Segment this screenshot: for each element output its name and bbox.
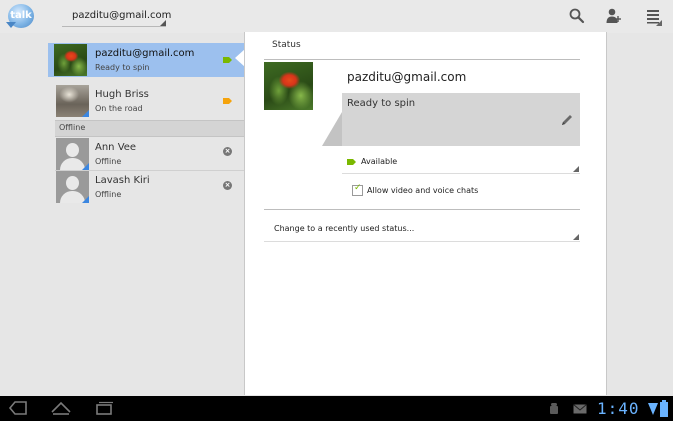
- system-bar: [0, 396, 673, 421]
- contact-status: Offline: [95, 157, 122, 166]
- wifi-signal-icon: [648, 403, 658, 415]
- presence-corner: [82, 110, 89, 117]
- contact-name: Lavash Kiri: [95, 175, 150, 186]
- avatar: [54, 44, 87, 76]
- contact-row-hugh-briss[interactable]: Hugh Briss On the road: [48, 84, 244, 118]
- profile-email: pazditu@gmail.com: [347, 70, 467, 84]
- back-icon[interactable]: [6, 400, 28, 416]
- remove-icon[interactable]: ×: [223, 147, 232, 156]
- remove-icon[interactable]: ×: [223, 181, 232, 190]
- allow-video-checkbox[interactable]: ✓: [352, 183, 363, 196]
- contact-name: Ann Vee: [95, 142, 137, 153]
- contact-status: Ready to spin: [95, 63, 150, 72]
- account-selector-label: pazditu@gmail.com: [72, 10, 172, 21]
- mail-notification-icon[interactable]: [573, 404, 587, 414]
- add-friend-icon[interactable]: [604, 7, 622, 25]
- spinner-corner-icon: [573, 234, 579, 240]
- status-message-text: Ready to spin: [347, 98, 416, 109]
- divider: [264, 59, 580, 60]
- home-icon[interactable]: [50, 400, 72, 416]
- battery-icon: [660, 400, 668, 417]
- android-debug-icon: [550, 403, 558, 414]
- account-selector[interactable]: pazditu@gmail.com: [62, 6, 171, 27]
- availability-label: Available: [361, 157, 398, 166]
- video-available-icon: [223, 57, 232, 63]
- system-clock: 1:40: [597, 399, 640, 418]
- edit-pencil-icon[interactable]: [560, 113, 574, 127]
- default-avatar-icon: [56, 171, 89, 203]
- contact-status: Offline: [95, 190, 122, 199]
- contact-row-self[interactable]: pazditu@gmail.com Ready to spin: [48, 43, 244, 77]
- search-icon[interactable]: [568, 7, 586, 25]
- video-available-icon: [347, 159, 356, 165]
- talk-logo-tail: [6, 22, 16, 28]
- offline-section-header: Offline: [55, 120, 244, 137]
- contact-row-ann-vee[interactable]: Ann Vee Offline ×: [48, 137, 244, 171]
- contact-name: Hugh Briss: [95, 89, 149, 100]
- avatar: [56, 85, 89, 117]
- video-busy-icon: [223, 98, 232, 104]
- recent-apps-icon[interactable]: [93, 400, 115, 416]
- availability-spinner[interactable]: Available: [342, 153, 580, 174]
- contact-name: pazditu@gmail.com: [95, 48, 195, 59]
- status-message-field[interactable]: Ready to spin: [342, 93, 580, 146]
- recent-status-label: Change to a recently used status...: [274, 224, 415, 233]
- profile-photo[interactable]: [264, 62, 313, 110]
- section-label: Offline: [59, 123, 86, 132]
- menu-corner-icon: [656, 20, 662, 26]
- divider: [264, 209, 580, 210]
- default-avatar-icon: [56, 138, 89, 170]
- recent-status-spinner[interactable]: Change to a recently used status...: [264, 219, 580, 242]
- spinner-corner-icon: [573, 166, 579, 172]
- checkmark-icon: ✓: [354, 183, 362, 193]
- status-bubble-tail: [322, 112, 342, 146]
- action-bar: talk pazditu@gmail.com: [0, 0, 673, 33]
- allow-video-label: Allow video and voice chats: [367, 186, 479, 195]
- panel-title: Status: [272, 40, 301, 50]
- contact-row-lavash-kiri[interactable]: Lavash Kiri Offline ×: [48, 170, 244, 204]
- dropdown-corner-icon: [160, 20, 166, 26]
- contact-status: On the road: [95, 104, 143, 113]
